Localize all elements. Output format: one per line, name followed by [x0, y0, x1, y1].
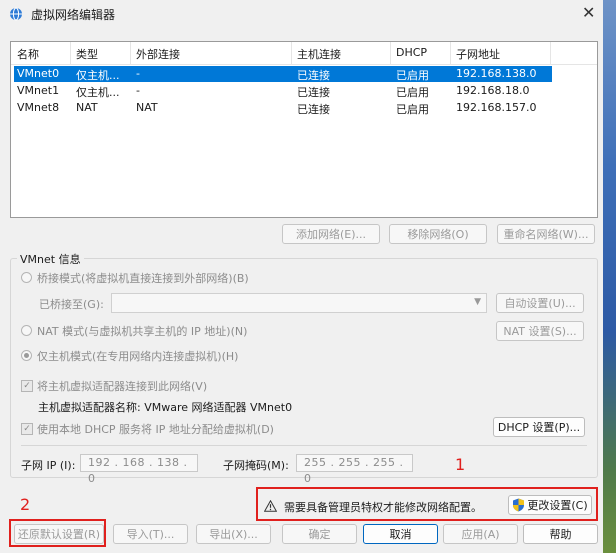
table-row[interactable]: VMnet0 仅主机... - 已连接 已启用 192.168.138.0 [14, 66, 552, 82]
add-network-button[interactable]: 添加网络(E)... [282, 224, 380, 244]
bridged-to-select[interactable]: ▼ [111, 293, 487, 313]
close-icon[interactable]: ✕ [582, 3, 595, 22]
subnet-ip-label: 子网 IP (I): [21, 459, 76, 472]
vmnet-info-label: VMnet 信息 [17, 251, 84, 267]
col-header-external[interactable]: 外部连接 [136, 46, 180, 62]
connect-adapter-checkbox[interactable]: ✓ [21, 380, 33, 392]
bridged-to-label: 已桥接至(G): [39, 298, 104, 311]
network-globe-icon [10, 7, 22, 21]
use-dhcp-label: 使用本地 DHCP 服务将 IP 地址分配给虚拟机(D) [37, 423, 274, 436]
import-button[interactable]: 导入(T)... [113, 524, 188, 544]
col-header-type[interactable]: 类型 [76, 46, 98, 62]
ok-button[interactable]: 确定 [282, 524, 357, 544]
bridge-mode-radio[interactable] [21, 272, 32, 283]
subnet-mask-label: 子网掩码(M): [223, 459, 289, 472]
rename-network-button[interactable]: 重命名网络(W)... [497, 224, 595, 244]
col-header-host[interactable]: 主机连接 [297, 46, 341, 62]
col-header-subnet[interactable]: 子网地址 [456, 46, 500, 62]
network-list[interactable]: 名称 类型 外部连接 主机连接 DHCP 子网地址 VMnet0 仅主机... … [10, 41, 598, 218]
chevron-down-icon: ▼ [474, 297, 481, 307]
title-bar: 虚拟网络编辑器 ✕ [0, 0, 603, 28]
host-only-mode-radio[interactable] [21, 350, 32, 361]
bridge-mode-label: 桥接模式(将虚拟机直接连接到外部网络)(B) [37, 272, 249, 285]
window-title: 虚拟网络编辑器 [31, 8, 116, 22]
help-button[interactable]: 帮助 [523, 524, 598, 544]
remove-network-button[interactable]: 移除网络(O) [389, 224, 487, 244]
nat-mode-radio[interactable] [21, 325, 32, 336]
virtual-network-editor-window: 虚拟网络编辑器 ✕ 名称 类型 外部连接 主机连接 DHCP 子网地址 VMne… [0, 0, 604, 553]
annotation-box-1 [256, 487, 598, 521]
nat-mode-label: NAT 模式(与虚拟机共享主机的 IP 地址)(N) [37, 325, 248, 338]
auto-settings-button[interactable]: 自动设置(U)... [496, 293, 584, 313]
export-button[interactable]: 导出(X)... [196, 524, 271, 544]
table-row[interactable]: VMnet1 仅主机... - 已连接 已启用 192.168.18.0 [14, 83, 552, 99]
col-header-name[interactable]: 名称 [17, 46, 39, 62]
use-dhcp-checkbox[interactable]: ✓ [21, 423, 33, 435]
subnet-mask-field[interactable]: 255 . 255 . 255 . 0 [296, 454, 413, 485]
nat-settings-button[interactable]: NAT 设置(S)... [496, 321, 584, 341]
cancel-button[interactable]: 取消 [363, 524, 438, 544]
annotation-box-2 [9, 519, 106, 547]
annotation-label-2: 2 [20, 495, 31, 514]
table-row[interactable]: VMnet8 NAT NAT 已连接 已启用 192.168.157.0 [14, 100, 552, 116]
col-header-dhcp[interactable]: DHCP [396, 46, 427, 59]
divider [21, 445, 587, 446]
apply-button[interactable]: 应用(A) [443, 524, 518, 544]
connect-adapter-label: 将主机虚拟适配器连接到此网络(V) [37, 380, 208, 393]
annotation-label-1: 1 [455, 455, 466, 474]
subnet-ip-field[interactable]: 192 . 168 . 138 . 0 [80, 454, 198, 485]
host-only-mode-label: 仅主机模式(在专用网络内连接虚拟机)(H) [37, 350, 239, 363]
adapter-name-text: 主机虚拟适配器名称: VMware 网络适配器 VMnet0 [38, 401, 293, 414]
list-header: 名称 类型 外部连接 主机连接 DHCP 子网地址 [11, 42, 597, 65]
desktop-background [603, 0, 616, 553]
dhcp-settings-button[interactable]: DHCP 设置(P)... [493, 417, 585, 437]
